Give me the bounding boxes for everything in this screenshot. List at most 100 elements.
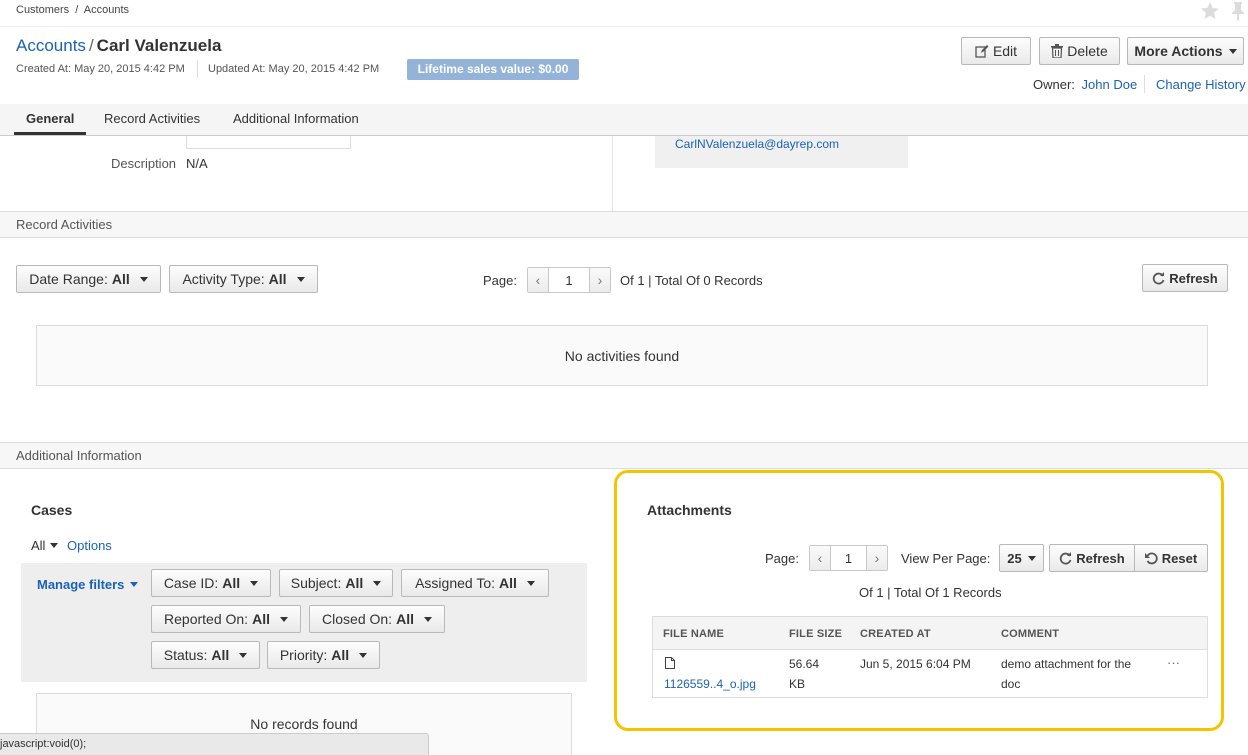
status-filter-value: All [211, 647, 230, 663]
breadcrumb-accounts[interactable]: Accounts [84, 4, 129, 16]
cases-all-label: All [31, 538, 46, 553]
view-per-page-select[interactable]: 25 [999, 544, 1044, 572]
attachments-refresh-button[interactable]: Refresh [1049, 544, 1135, 572]
assigned-to-filter-label: Assigned To: [415, 575, 495, 591]
case-id-filter[interactable]: Case ID: All [151, 569, 271, 597]
col-created-at[interactable]: CREATED AT [860, 628, 931, 640]
activities-empty-text: No activities found [564, 348, 680, 364]
record-name: Carl Valenzuela [96, 36, 222, 55]
attachments-summary: Of 1 | Total Of 1 Records [859, 585, 1002, 600]
assigned-to-filter-value: All [499, 575, 517, 591]
breadcrumb-customers[interactable]: Customers [16, 4, 69, 16]
chevron-right-icon[interactable]: › [590, 268, 610, 292]
activity-type-filter[interactable]: Activity Type: All [169, 265, 318, 293]
activities-page-input[interactable]: 1 [548, 268, 590, 292]
col-file-name[interactable]: FILE NAME [663, 628, 724, 640]
closed-on-filter[interactable]: Closed On: All [309, 605, 445, 633]
additional-information-header: Additional Information [0, 442, 1248, 469]
description-label: Description [111, 156, 177, 171]
attachments-title: Attachments [647, 502, 732, 518]
status-bar: javascript:void(0); [0, 733, 429, 755]
chevron-down-icon [250, 580, 259, 586]
star-icon[interactable] [1200, 1, 1220, 21]
date-range-filter[interactable]: Date Range: All [16, 265, 161, 293]
pencil-icon [975, 44, 989, 58]
activities-page-summary: Of 1 | Total Of 0 Records [620, 273, 763, 288]
subject-filter-value: All [345, 575, 364, 591]
refresh-icon [1152, 271, 1165, 285]
activities-refresh-label: Refresh [1169, 270, 1218, 286]
attachments-reset-button[interactable]: Reset [1134, 544, 1208, 572]
chevron-down-icon [130, 582, 139, 587]
reported-on-filter-value: All [252, 611, 270, 627]
attachments-refresh-label: Refresh [1076, 550, 1125, 566]
record-activities-header: Record Activities [0, 211, 1248, 238]
breadcrumb-separator: / [75, 4, 79, 16]
owner-label: Owner: [1033, 77, 1075, 92]
delete-label: Delete [1067, 43, 1108, 59]
chevron-down-icon [526, 580, 535, 586]
cases-title: Cases [31, 502, 73, 518]
chevron-down-icon [50, 543, 59, 548]
updated-at: Updated At: May 20, 2015 4:42 PM [208, 63, 380, 75]
edit-button[interactable]: Edit [961, 37, 1031, 65]
more-actions-button[interactable]: More Actions [1127, 37, 1244, 65]
chevron-right-icon[interactable]: › [867, 546, 887, 570]
status-filter-label: Status: [163, 647, 208, 663]
attachment-size-line1: 56.64 [789, 657, 820, 671]
activities-refresh-button[interactable]: Refresh [1142, 264, 1228, 292]
chevron-down-icon [1228, 48, 1237, 54]
assigned-to-filter[interactable]: Assigned To: All [401, 569, 549, 597]
activities-page-label: Page: [483, 273, 517, 288]
chevron-left-icon[interactable]: ‹ [528, 268, 548, 292]
column-divider [612, 136, 613, 212]
cases-all-dropdown[interactable]: All [31, 538, 59, 553]
more-actions-label: More Actions [1134, 43, 1223, 59]
subject-filter-label: Subject: [290, 575, 342, 591]
row-more-icon[interactable]: ··· [1167, 655, 1180, 670]
trash-icon [1051, 44, 1064, 58]
reported-on-filter-label: Reported On: [164, 611, 249, 627]
change-history-link[interactable]: Change History [1156, 77, 1246, 92]
lifetime-sales-badge: Lifetime sales value: $0.00 [407, 59, 579, 80]
title-slash: / [88, 36, 94, 55]
email-link[interactable]: CarlNValenzuela@dayrep.com [675, 137, 839, 151]
tab-record-activities[interactable]: Record Activities [92, 105, 212, 135]
status-filter[interactable]: Status: All [151, 641, 260, 669]
created-at: Created At: May 20, 2015 4:42 PM [16, 63, 185, 75]
manage-filters-button[interactable]: Manage filters [37, 577, 139, 592]
attachment-size-line2: KB [789, 677, 806, 691]
chevron-down-icon [359, 652, 368, 658]
meta-divider [197, 60, 198, 78]
cases-empty-text: No records found [250, 716, 358, 732]
attachments-page-input[interactable]: 1 [830, 546, 867, 570]
reported-on-filter[interactable]: Reported On: All [151, 605, 301, 633]
priority-filter[interactable]: Priority: All [267, 641, 380, 669]
subject-filter[interactable]: Subject: All [279, 569, 393, 597]
tab-additional-information[interactable]: Additional Information [221, 105, 371, 135]
attachment-file-link[interactable]: 1126559..4_o.jpg [664, 677, 756, 691]
chevron-down-icon [239, 652, 248, 658]
attachment-comment-line1: demo attachment for the [1001, 657, 1132, 671]
edit-label: Edit [992, 43, 1018, 59]
cases-options-link[interactable]: Options [67, 538, 112, 553]
partial-field-box[interactable] [186, 136, 351, 149]
delete-button[interactable]: Delete [1039, 37, 1120, 65]
priority-filter-value: All [331, 647, 350, 663]
attachments-pager: ‹ 1 › [809, 545, 888, 571]
pin-icon[interactable] [1230, 1, 1246, 21]
file-icon [665, 657, 675, 669]
activity-type-value: All [268, 271, 287, 287]
col-comment[interactable]: COMMENT [1001, 628, 1059, 640]
refresh-icon [1059, 551, 1072, 565]
owner-link[interactable]: John Doe [1082, 77, 1138, 92]
chevron-left-icon[interactable]: ‹ [810, 546, 830, 570]
case-id-filter-value: All [222, 575, 241, 591]
date-range-value: All [111, 271, 130, 287]
page-title: Accounts / Carl Valenzuela [16, 36, 221, 56]
col-file-size[interactable]: FILE SIZE [789, 628, 842, 640]
closed-on-filter-label: Closed On: [322, 611, 393, 627]
reset-icon [1144, 552, 1158, 565]
tab-general[interactable]: General [14, 105, 87, 135]
accounts-link[interactable]: Accounts [16, 36, 86, 55]
